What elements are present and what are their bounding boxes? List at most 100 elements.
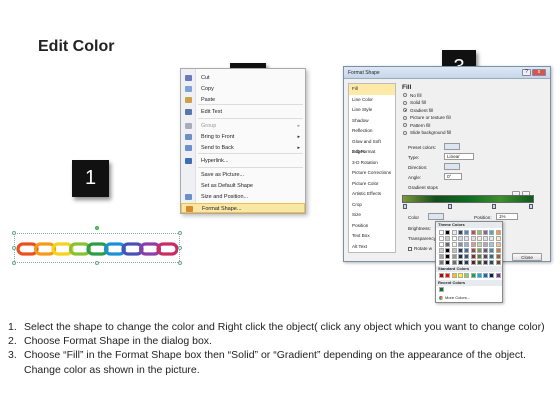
category-item[interactable]: Crop [349,200,395,211]
position-input[interactable]: 1% [496,213,518,220]
category-item[interactable]: Size [349,210,395,221]
theme-color-shade-swatch[interactable] [445,242,451,247]
standard-color-swatch[interactable] [439,273,444,278]
gradient-stop[interactable] [529,204,533,209]
theme-color-swatch[interactable] [445,230,451,235]
fill-option-radio[interactable] [403,130,407,135]
theme-color-shade-swatch[interactable] [451,248,457,253]
gradient-stop[interactable] [448,204,452,209]
close-window-button[interactable]: x [532,69,546,76]
category-item[interactable]: Shadow [349,116,395,127]
theme-color-shade-swatch[interactable] [489,242,495,247]
menu-item-cut[interactable]: Cut [181,73,305,83]
recent-color-swatch[interactable] [439,287,444,292]
menu-item-hyperlink[interactable]: Hyperlink... [181,156,305,166]
theme-color-shade-swatch[interactable] [483,242,489,247]
category-item[interactable]: Line Color [349,95,395,106]
theme-color-shade-swatch[interactable] [457,248,463,253]
theme-color-shade-swatch[interactable] [483,248,489,253]
theme-color-swatch[interactable] [476,230,482,235]
category-item[interactable]: Reflection [349,126,395,137]
menu-item-set-as-default-shape[interactable]: Set as Default Shape [181,181,305,191]
theme-color-shade-swatch[interactable] [495,260,501,265]
category-item[interactable]: Line Style [349,105,395,116]
theme-color-shade-swatch[interactable] [439,248,444,253]
fill-option-radio[interactable] [403,123,407,127]
fill-option-radio[interactable] [403,108,407,112]
theme-color-swatch[interactable] [470,230,476,235]
more-colors-link[interactable]: More Colors... [439,295,470,300]
theme-color-shade-swatch[interactable] [451,260,457,265]
theme-color-shade-swatch[interactable] [457,254,463,259]
close-button[interactable]: Close [512,253,542,261]
theme-color-shade-swatch[interactable] [451,236,457,241]
theme-color-shade-swatch[interactable] [483,254,489,259]
theme-color-swatch[interactable] [464,230,470,235]
resize-handle-r[interactable] [178,246,182,250]
theme-color-shade-swatch[interactable] [457,260,463,265]
color-picker-button[interactable] [428,213,444,220]
theme-color-swatch[interactable] [439,230,444,235]
theme-color-shade-swatch[interactable] [439,236,444,241]
menu-item-bring-to-front[interactable]: Bring to Front ▸ [181,132,305,142]
theme-color-shade-swatch[interactable] [489,254,495,259]
category-item[interactable]: Alt Text [349,242,395,253]
theme-color-swatch[interactable] [489,230,495,235]
theme-color-shade-swatch[interactable] [470,248,476,253]
category-item[interactable]: Text Box [349,231,395,242]
resize-handle-b[interactable] [95,261,99,265]
standard-color-swatch[interactable] [489,273,495,278]
category-item[interactable]: Glow and Soft Edges [349,137,395,155]
fill-option-radio[interactable] [403,115,407,120]
theme-color-swatch[interactable] [483,230,489,235]
theme-color-shade-swatch[interactable] [457,236,463,241]
menu-item-format-shape[interactable]: Format Shape... [181,203,305,213]
standard-color-swatch[interactable] [483,273,489,278]
gradient-stops-bar[interactable] [402,195,534,203]
category-item[interactable]: Position [349,221,395,232]
theme-color-shade-swatch[interactable] [445,254,451,259]
theme-color-shade-swatch[interactable] [489,260,495,265]
theme-color-shade-swatch[interactable] [476,242,482,247]
theme-color-shade-swatch[interactable] [464,236,470,241]
category-item[interactable]: Fill [349,84,395,95]
theme-color-swatch[interactable] [495,230,501,235]
theme-color-shade-swatch[interactable] [439,260,444,265]
theme-color-shade-swatch[interactable] [470,236,476,241]
resize-handle-tr[interactable] [178,231,182,235]
theme-color-shade-swatch[interactable] [464,260,470,265]
theme-color-shade-swatch[interactable] [451,242,457,247]
resize-handle-tl[interactable] [12,231,16,235]
theme-color-shade-swatch[interactable] [439,242,444,247]
standard-color-swatch[interactable] [495,273,501,278]
menu-item-send-to-back[interactable]: Send to Back ▸ [181,143,305,153]
theme-color-shade-swatch[interactable] [445,248,451,253]
type-dropdown[interactable]: Linear [444,153,474,160]
gradient-stop[interactable] [403,204,407,209]
standard-color-swatch[interactable] [476,273,482,278]
theme-color-shade-swatch[interactable] [445,260,451,265]
theme-color-shade-swatch[interactable] [470,242,476,247]
theme-color-shade-swatch[interactable] [464,242,470,247]
theme-color-shade-swatch[interactable] [470,260,476,265]
category-item[interactable]: 3-D Rotation [349,158,395,169]
menu-item-size-and-position[interactable]: Size and Position... [181,192,305,202]
theme-color-swatch[interactable] [451,230,457,235]
gradient-stop[interactable] [492,204,496,209]
theme-color-shade-swatch[interactable] [489,236,495,241]
menu-item-save-as-picture[interactable]: Save as Picture... [181,170,305,180]
theme-color-shade-swatch[interactable] [489,248,495,253]
theme-color-shade-swatch[interactable] [445,236,451,241]
theme-color-shade-swatch[interactable] [439,254,444,259]
theme-color-swatch[interactable] [457,230,463,235]
theme-color-shade-swatch[interactable] [476,236,482,241]
chain-links-shape[interactable] [16,238,178,260]
fill-option-radio[interactable] [403,100,407,105]
category-item[interactable]: Artistic Effects [349,189,395,200]
help-button[interactable]: ? [522,69,531,76]
category-item[interactable]: Picture Corrections [349,168,395,179]
theme-color-shade-swatch[interactable] [483,236,489,241]
resize-handle-bl[interactable] [12,261,16,265]
theme-color-shade-swatch[interactable] [476,248,482,253]
theme-color-shade-swatch[interactable] [470,254,476,259]
